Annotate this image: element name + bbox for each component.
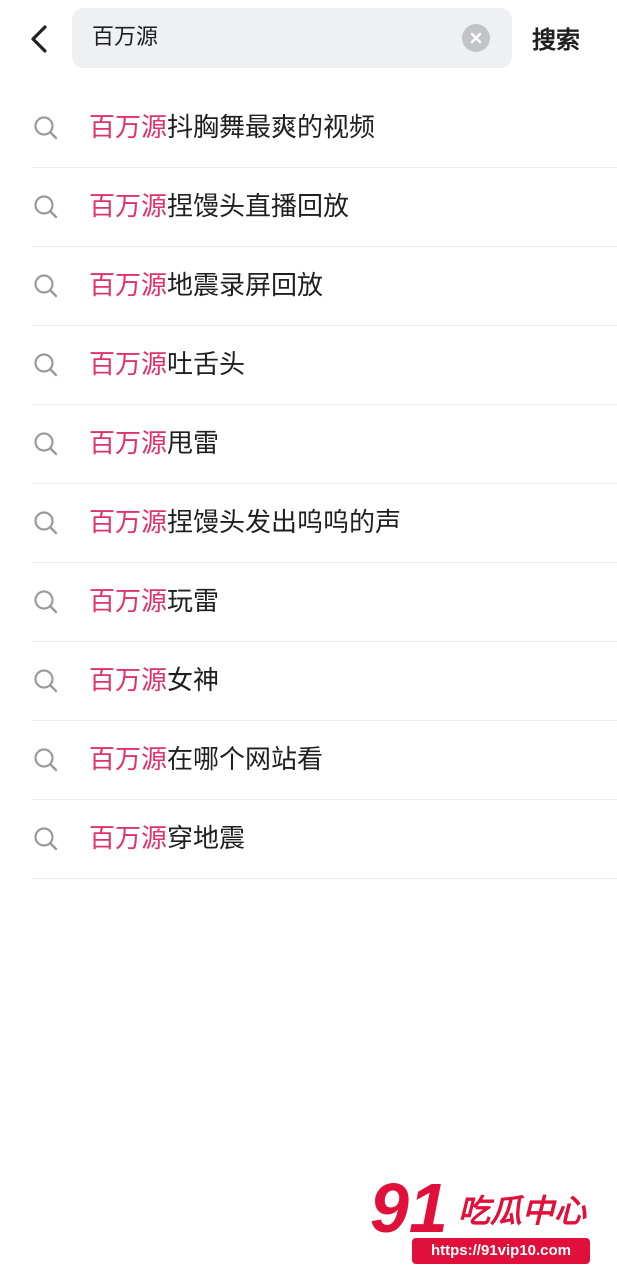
back-button[interactable]: [22, 22, 56, 56]
suggestion-item[interactable]: 百万源穿地震: [32, 800, 617, 879]
suggestion-highlight: 百万源: [89, 824, 168, 854]
suggestion-rest: 捏馒头发出呜呜的声: [167, 508, 402, 538]
search-icon: [34, 590, 58, 614]
search-icon: [34, 827, 58, 851]
suggestion-label: 百万源捏馒头直播回放: [89, 168, 349, 246]
suggestion-label: 百万源抖胸舞最爽的视频: [89, 89, 375, 167]
suggestion-label: 百万源穿地震: [89, 800, 245, 878]
suggestion-highlight: 百万源: [89, 350, 168, 380]
watermark-number: 91: [370, 1170, 448, 1247]
search-icon: [34, 195, 58, 219]
suggestion-highlight: 百万源: [89, 666, 168, 696]
top-bar: 百万源 搜索: [0, 0, 617, 80]
suggestion-item[interactable]: 百万源地震录屏回放: [32, 247, 617, 326]
suggestion-label: 百万源甩雷: [89, 405, 219, 483]
suggestion-rest: 甩雷: [167, 429, 220, 459]
suggestion-rest: 穿地震: [167, 824, 246, 854]
search-query-text: 百万源: [92, 25, 159, 50]
suggestion-rest: 抖胸舞最爽的视频: [167, 113, 376, 143]
clear-search-button[interactable]: [462, 24, 490, 52]
search-icon: [34, 274, 58, 298]
suggestion-highlight: 百万源: [89, 587, 168, 617]
suggestion-highlight: 百万源: [89, 745, 168, 775]
suggestion-rest: 捏馒头直播回放: [167, 192, 350, 222]
suggestion-highlight: 百万源: [89, 508, 168, 538]
suggestion-item[interactable]: 百万源玩雷: [32, 563, 617, 642]
search-input[interactable]: 百万源: [72, 8, 512, 68]
search-button[interactable]: 搜索: [532, 20, 580, 60]
suggestion-label: 百万源捏馒头发出呜呜的声: [89, 484, 401, 562]
suggestion-label: 百万源地震录屏回放: [89, 247, 323, 325]
suggestion-item[interactable]: 百万源捏馒头发出呜呜的声: [32, 484, 617, 563]
suggestion-rest: 玩雷: [167, 587, 220, 617]
search-icon: [34, 669, 58, 693]
suggestion-item[interactable]: 百万源捏馒头直播回放: [32, 168, 617, 247]
suggestion-item[interactable]: 百万源抖胸舞最爽的视频: [32, 89, 617, 168]
suggestion-rest: 女神: [167, 666, 220, 696]
suggestion-rest: 吐舌头: [167, 350, 246, 380]
watermark-name: 吃瓜中心: [458, 1192, 587, 1230]
suggestion-highlight: 百万源: [89, 271, 168, 301]
suggestion-highlight: 百万源: [89, 429, 168, 459]
close-icon: [470, 32, 482, 44]
search-icon: [34, 116, 58, 140]
suggestion-highlight: 百万源: [89, 113, 168, 143]
suggestion-highlight: 百万源: [89, 192, 168, 222]
suggestion-item[interactable]: 百万源吐舌头: [32, 326, 617, 405]
suggestion-label: 百万源吐舌头: [89, 326, 245, 404]
suggestion-rest: 地震录屏回放: [167, 271, 324, 301]
search-icon: [34, 748, 58, 772]
search-icon: [34, 511, 58, 535]
suggestion-item[interactable]: 百万源在哪个网站看: [32, 721, 617, 800]
suggestion-label: 百万源在哪个网站看: [89, 721, 323, 799]
suggestion-list: 百万源抖胸舞最爽的视频 百万源捏馒头直播回放 百万源地震录屏回放 百万源吐舌头 百万源甩…: [0, 89, 617, 879]
suggestion-rest: 在哪个网站看: [167, 745, 324, 775]
suggestion-label: 百万源玩雷: [89, 563, 219, 641]
suggestion-label: 百万源女神: [89, 642, 219, 720]
chevron-left-icon: [31, 25, 47, 53]
watermark-logo: 91 吃瓜中心 https://91vip10.com: [370, 1169, 605, 1270]
search-icon: [34, 432, 58, 456]
suggestion-item[interactable]: 百万源女神: [32, 642, 617, 721]
watermark-url: https://91vip10.com: [412, 1238, 590, 1264]
search-icon: [34, 353, 58, 377]
suggestion-item[interactable]: 百万源甩雷: [32, 405, 617, 484]
